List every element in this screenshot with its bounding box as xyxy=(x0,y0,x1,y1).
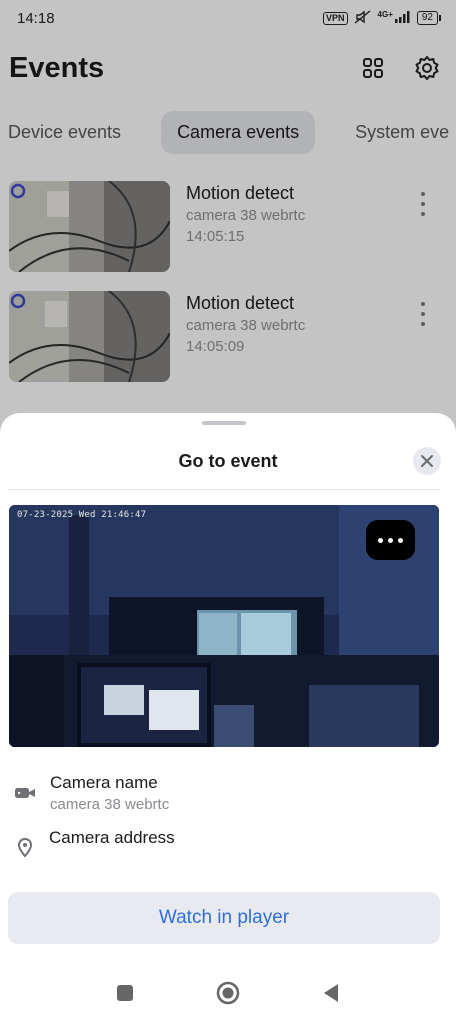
event-thumbnail xyxy=(9,181,170,272)
battery-indicator: 92 xyxy=(416,11,442,25)
status-icons: VPN 4G+ 92 xyxy=(323,9,442,27)
vpn-badge: VPN xyxy=(323,11,348,25)
grid-icon[interactable] xyxy=(358,53,388,83)
event-camera: camera 38 webrtc xyxy=(186,207,306,224)
sheet-title: Go to event xyxy=(178,451,278,471)
signal-icon xyxy=(394,10,411,26)
camera-address-label: Camera address xyxy=(49,828,175,847)
go-to-event-sheet: Go to event 07-23-2025 Wed 21:46:47 Came… xyxy=(0,413,456,1024)
mute-icon xyxy=(354,9,372,27)
system-nav-bar xyxy=(0,966,456,1024)
page-title: Events xyxy=(9,51,105,84)
status-bar: 14:18 VPN 4G+ 92 xyxy=(0,0,456,36)
event-row[interactable]: Motion detect camera 38 webrtc 14:05:15 xyxy=(0,172,456,272)
app-header: Events xyxy=(0,40,456,96)
status-time: 14:18 xyxy=(17,9,55,27)
tab-device-events[interactable]: Device events xyxy=(8,111,137,154)
event-tabs: Device events Camera events System eve xyxy=(0,108,456,156)
event-title: Motion detect xyxy=(186,183,295,203)
location-pin-icon xyxy=(14,837,36,859)
tab-camera-events[interactable]: Camera events xyxy=(161,110,316,154)
watch-in-player-button[interactable]: Watch in player xyxy=(8,892,440,944)
event-time: 14:05:15 xyxy=(186,228,245,245)
event-title: Motion detect xyxy=(186,293,295,313)
event-thumbnail xyxy=(9,291,170,382)
recents-icon[interactable] xyxy=(116,984,134,1007)
drag-handle[interactable] xyxy=(202,421,246,425)
video-camera-icon xyxy=(14,782,36,804)
close-icon[interactable] xyxy=(413,447,441,475)
camera-name-value: camera 38 webrtc xyxy=(50,796,170,813)
tab-system-events[interactable]: System eve xyxy=(339,111,456,154)
more-vert-icon[interactable] xyxy=(416,302,430,326)
network-type: 4G+ xyxy=(377,9,393,19)
event-time: 14:05:09 xyxy=(186,338,245,355)
back-icon[interactable] xyxy=(322,983,340,1008)
video-timestamp: 07-23-2025 Wed 21:46:47 xyxy=(17,510,147,520)
event-camera: camera 38 webrtc xyxy=(186,317,306,334)
event-video-preview[interactable]: 07-23-2025 Wed 21:46:47 xyxy=(9,505,439,747)
header-actions xyxy=(358,53,442,83)
event-row[interactable]: Motion detect camera 38 webrtc 14:05:09 xyxy=(0,282,456,382)
more-horiz-icon[interactable] xyxy=(366,520,415,560)
divider xyxy=(8,489,440,490)
gear-icon[interactable] xyxy=(412,53,442,83)
more-vert-icon[interactable] xyxy=(416,192,430,216)
home-icon[interactable] xyxy=(216,981,240,1010)
camera-name-label: Camera name xyxy=(50,773,158,792)
